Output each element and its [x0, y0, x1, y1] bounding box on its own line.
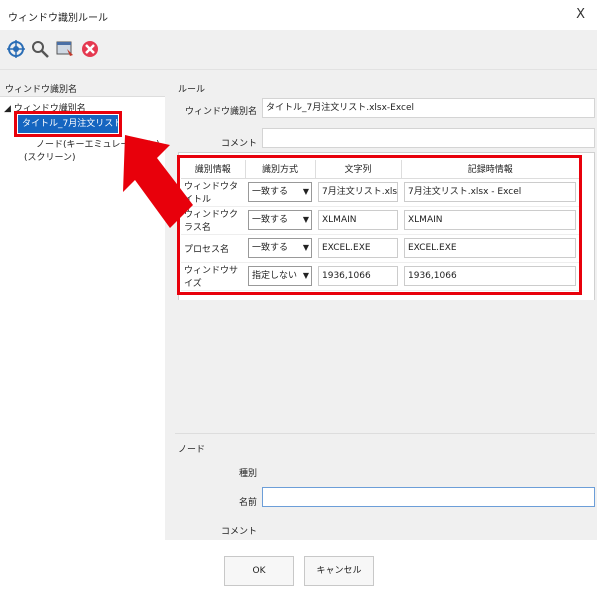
node-name-field[interactable] — [262, 487, 595, 507]
node-type-label: 種別 — [238, 469, 257, 479]
delete-icon[interactable] — [80, 39, 100, 59]
target-icon[interactable] — [6, 39, 26, 59]
window-name-label: ウィンドウ識別名 — [184, 107, 257, 117]
comment-field[interactable] — [262, 128, 595, 148]
search-icon[interactable] — [30, 39, 50, 59]
node-comment-label: コメント — [220, 527, 257, 537]
tree-item-selected[interactable]: タイトル_7月注文リスト.xlsx-Excel — [14, 111, 122, 137]
ok-button[interactable]: OK — [224, 556, 294, 586]
cancel-button[interactable]: キャンセル — [304, 556, 374, 586]
node-name-label: 名前 — [238, 498, 257, 508]
pointer-arrow-icon — [123, 135, 193, 228]
highlight-box — [177, 155, 582, 295]
tree-root[interactable]: ◢ ウィンドウ識別名 — [4, 101, 86, 114]
title-bar: ウィンドウ識別ルール X — [0, 0, 597, 30]
window-title: ウィンドウ識別ルール — [8, 13, 108, 24]
node-section-header: ノード — [178, 445, 206, 455]
node-divider — [175, 433, 595, 434]
rule-section-header: ルール — [178, 85, 206, 95]
window-name-field[interactable]: タイトル_7月注文リスト.xlsx-Excel — [262, 98, 595, 118]
capture-icon[interactable] — [55, 39, 75, 59]
close-icon[interactable]: X — [576, 7, 585, 22]
toolbar — [0, 30, 597, 70]
tree-header: ウィンドウ識別名 — [5, 85, 78, 95]
tree-item-screen[interactable]: (スクリーン) — [24, 150, 76, 163]
grid-empty-area — [178, 300, 595, 427]
